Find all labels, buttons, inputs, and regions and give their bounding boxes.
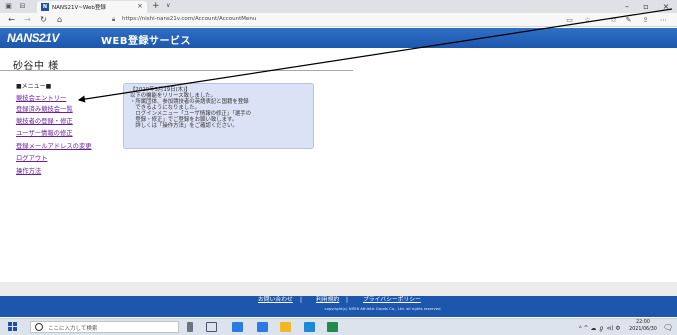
service-title: WEB登録サービス [101, 36, 191, 47]
minimize-icon[interactable]: – [620, 1, 634, 12]
menu-item-email-change[interactable]: 登録メールアドレスの変更 [16, 141, 92, 150]
site-header: NANS21V WEB登録サービス [0, 28, 677, 48]
footer-separator: | [300, 297, 302, 303]
tab-actions-icon[interactable]: ▣ [4, 2, 13, 11]
pen-icon[interactable]: ✎ [623, 15, 634, 25]
menu-item-help[interactable]: 操作方法 [16, 166, 41, 175]
excel-icon[interactable] [327, 322, 338, 332]
favorites-list-icon[interactable]: ✩ [608, 15, 619, 25]
menu-title: ■メニュー■ [16, 83, 52, 90]
windows-taskbar: ここに入力して検索 ᴬ ^ ☁ ℊ ⊲) Φ 22:00 2021/06/30 … [0, 318, 677, 335]
url-field[interactable]: 🔒︎ https://nishi-nans21v.com/Account/Acc… [112, 15, 577, 25]
search-icon [35, 323, 43, 331]
footer-contact-link[interactable]: お問い合わせ [258, 296, 293, 304]
site-favicon-icon: N [41, 3, 49, 11]
favorite-star-icon[interactable]: ☆ [582, 15, 593, 25]
taskbar-search-input[interactable]: ここに入力して検索 [30, 321, 179, 333]
mic-icon[interactable] [187, 322, 193, 332]
menu-item-logout[interactable]: ログアウト [16, 153, 47, 162]
divider [0, 70, 353, 71]
footer-separator: | [346, 297, 348, 303]
notice-line: 詳しくは「操作方法」をご確認ください。 [130, 123, 238, 129]
tab-dropdown-icon[interactable]: ∨ [166, 2, 170, 9]
browser-tab-bar: ▣ ⊟ N NANS21V~Web登録 × + ∨ – ▫ × [0, 0, 677, 13]
browser-tab[interactable]: N NANS21V~Web登録 × [37, 1, 147, 13]
back-icon[interactable]: ← [6, 14, 17, 26]
taskbar-search-placeholder: ここに入力して検索 [48, 326, 98, 332]
tab-close-icon[interactable]: × [137, 2, 143, 10]
clock-date: 2021/06/30 [629, 326, 657, 332]
more-icon[interactable]: ⋯ [658, 15, 669, 25]
menu-item-athlete-registration[interactable]: 競技者の登録・修正 [16, 116, 73, 125]
share-icon[interactable]: ⇪ [640, 15, 651, 25]
copyright-text: copyright(c) NISHI Athletic Goods Co., L… [324, 306, 441, 311]
refresh-icon[interactable]: ↻ [38, 14, 49, 26]
footer-links: お問い合わせ | 利用規約 | プライバシーポリシー [0, 296, 677, 304]
windows-start-icon[interactable] [8, 322, 18, 332]
maximize-icon[interactable]: ▫ [639, 1, 653, 12]
file-explorer-icon[interactable] [257, 322, 268, 332]
forward-icon[interactable]: → [22, 14, 33, 26]
notice-box: 【2020年3月19日(木)】 以下の機能をリリース致しました。 ・所属団体、参… [123, 83, 314, 149]
task-view-icon[interactable] [206, 322, 217, 332]
footer-privacy-link[interactable]: プライバシーポリシー [363, 296, 421, 304]
home-icon[interactable]: ⌂ [54, 14, 65, 26]
new-tab-icon[interactable]: + [152, 1, 160, 11]
mail-icon[interactable] [304, 322, 315, 332]
lock-icon: 🔒︎ [112, 16, 116, 23]
menu-item-registered-competitions[interactable]: 登録済み競技会一覧 [16, 104, 73, 113]
window-close-icon[interactable]: × [659, 1, 673, 12]
taskbar-clock[interactable]: 22:00 2021/06/30 [628, 320, 658, 333]
site-logo[interactable]: NANS21V [7, 31, 59, 45]
reading-view-icon[interactable]: ▭ [564, 15, 575, 25]
copyright-bar: copyright(c) NISHI Athletic Goods Co., L… [0, 304, 677, 317]
menu-item-user-info[interactable]: ユーザー情報の修正 [16, 128, 73, 137]
tab-list-view-icon[interactable]: ⊟ [18, 2, 27, 11]
tab-title: NANS21V~Web登録 [52, 5, 106, 11]
folder-icon[interactable] [280, 322, 291, 332]
notification-icon[interactable]: 🗨︎ [663, 323, 673, 332]
footer-terms-link[interactable]: 利用規約 [316, 296, 339, 304]
menu-item-competition-entry[interactable]: 競技会エントリー [16, 93, 66, 102]
address-bar: ← → ↻ ⌂ 🔒︎ https://nishi-nans21v.com/Acc… [0, 13, 677, 27]
edge-browser-icon[interactable] [232, 322, 243, 332]
url-text[interactable]: https://nishi-nans21v.com/Account/Accoun… [122, 16, 256, 22]
system-tray-icons[interactable]: ᴬ ^ ☁ ℊ ⊲) Φ [579, 323, 620, 332]
